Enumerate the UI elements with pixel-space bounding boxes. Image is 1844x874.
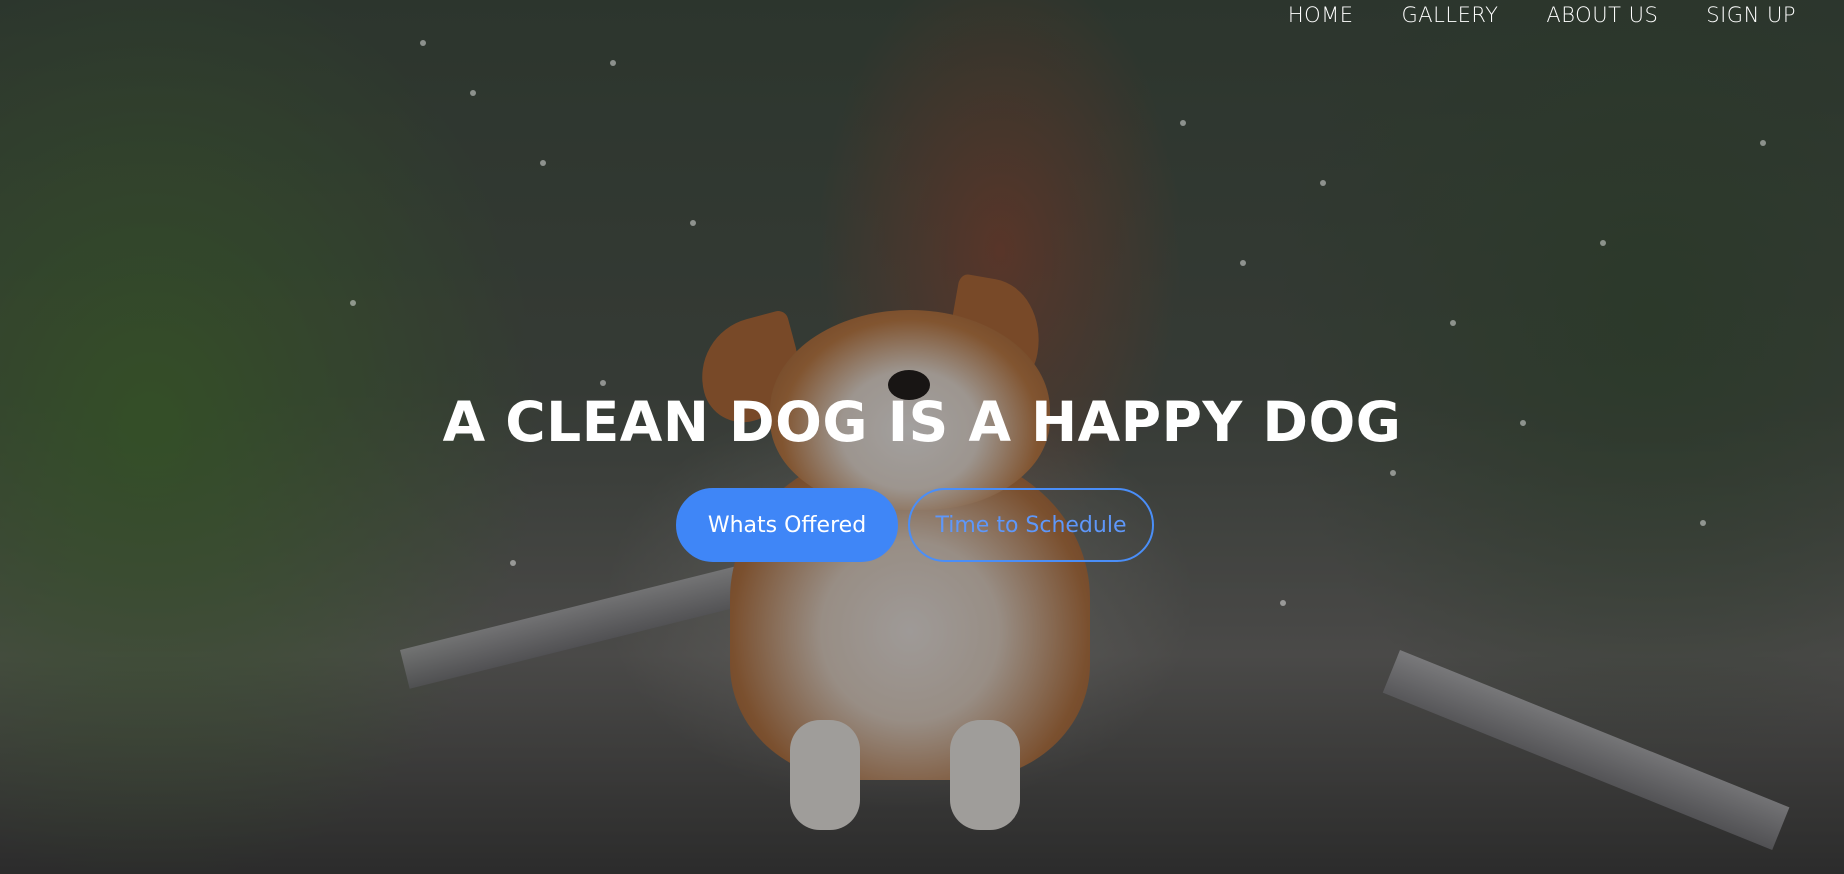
- raindrop: [1320, 180, 1326, 186]
- raindrop: [540, 160, 546, 166]
- raindrop: [600, 380, 606, 386]
- nav-sign-up-link[interactable]: SIGN UP: [1706, 3, 1796, 27]
- raindrop: [690, 220, 696, 226]
- raindrop: [510, 560, 516, 566]
- raindrop: [420, 40, 426, 46]
- raindrop: [1450, 320, 1456, 326]
- hero-headline: A CLEAN DOG IS A HAPPY DOG: [442, 390, 1402, 454]
- raindrop: [610, 60, 616, 66]
- raindrop: [1700, 520, 1706, 526]
- nav-home-link[interactable]: HOME: [1288, 3, 1354, 27]
- raindrop: [1600, 240, 1606, 246]
- nav-about-us-link[interactable]: ABOUT US: [1546, 3, 1658, 27]
- time-to-schedule-button[interactable]: Time to Schedule: [908, 488, 1154, 562]
- raindrop: [1240, 260, 1246, 266]
- raindrop: [350, 300, 356, 306]
- raindrop: [470, 90, 476, 96]
- hero-actions: Whats Offered Time to Schedule: [676, 488, 1154, 562]
- hero-section: HOME GALLERY ABOUT US SIGN UP A CLEAN DO…: [0, 0, 1844, 874]
- raindrop: [1390, 470, 1396, 476]
- raindrop: [1280, 600, 1286, 606]
- raindrop: [1180, 120, 1186, 126]
- top-nav: HOME GALLERY ABOUT US SIGN UP: [1240, 0, 1844, 30]
- nav-gallery-link[interactable]: GALLERY: [1402, 3, 1499, 27]
- whats-offered-button[interactable]: Whats Offered: [676, 488, 898, 562]
- raindrop: [1760, 140, 1766, 146]
